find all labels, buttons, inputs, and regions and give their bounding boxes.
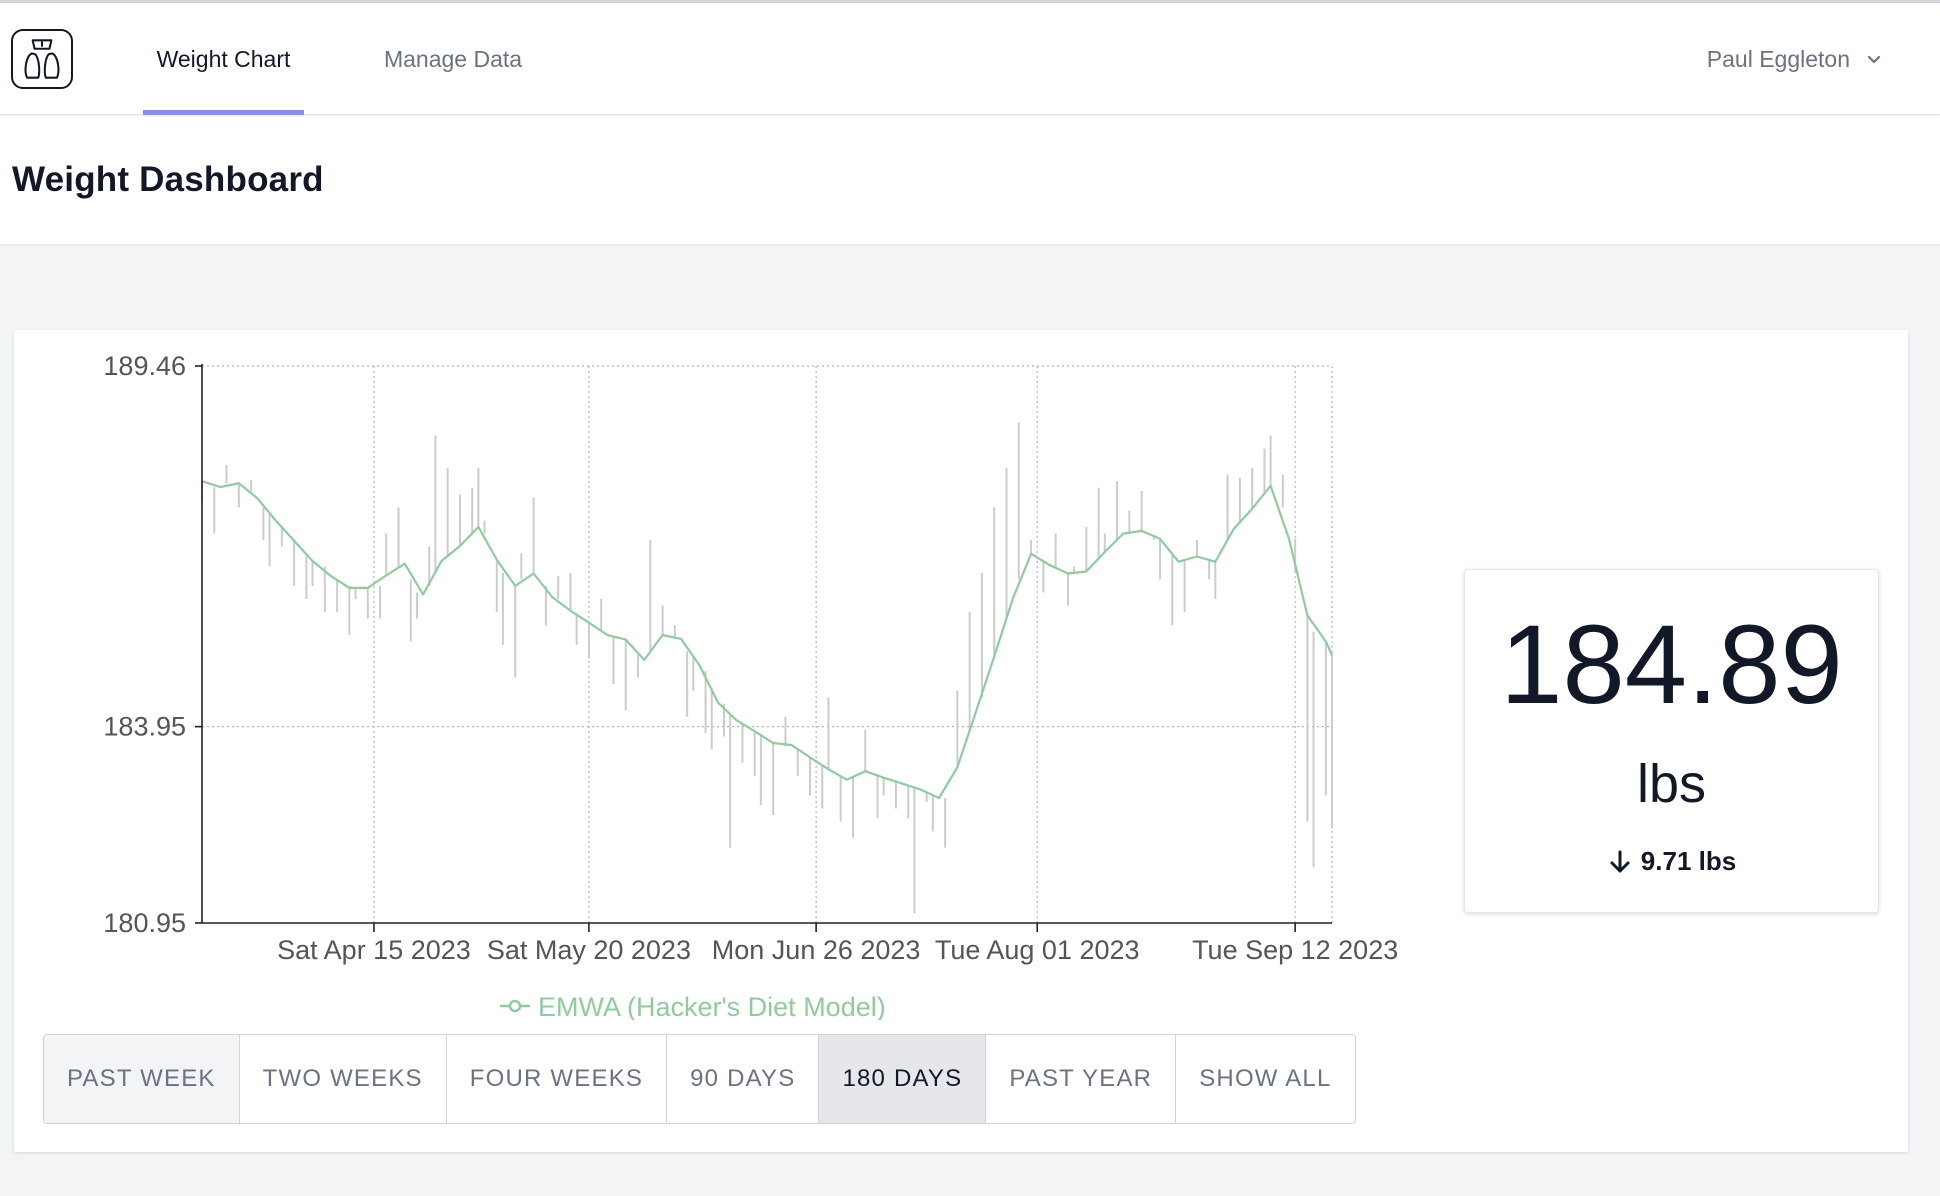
- tab-weight-chart[interactable]: Weight Chart: [143, 3, 304, 115]
- chart-card: 189.46 183.95 180.95 Sat Apr 15 2023 Sat May…: [14, 330, 1908, 1152]
- range-button-four-weeks[interactable]: FOUR WEEKS: [446, 1035, 668, 1123]
- legend-marker: [508, 999, 522, 1013]
- y-tick-label: 189.46: [103, 351, 186, 381]
- range-button-past-year[interactable]: PAST YEAR: [986, 1035, 1177, 1123]
- y-tick-label: 183.95: [103, 712, 186, 742]
- page-title: Weight Dashboard: [12, 160, 324, 199]
- current-weight-card: 184.89 lbs 9.71 lbs: [1464, 569, 1879, 913]
- tab-manage-data[interactable]: Manage Data: [370, 3, 536, 115]
- x-tick-label: Tue Sep 12 2023: [1192, 935, 1398, 965]
- range-button-180-days[interactable]: 180 DAYS: [819, 1035, 987, 1123]
- x-tick-label: Mon Jun 26 2023: [712, 935, 921, 965]
- range-button-group: PAST WEEK TWO WEEKS FOUR WEEKS 90 DAYS 180 D…: [43, 1034, 1356, 1124]
- arrow-down-icon: [1610, 850, 1630, 872]
- weight-change: 9.71 lbs: [1465, 846, 1878, 877]
- weight-chart: 189.46 183.95 180.95 Sat Apr 15 2023 Sat May…: [103, 351, 1398, 1020]
- current-weight-unit: lbs: [1636, 754, 1707, 814]
- user-name: Paul Eggleton: [1706, 45, 1850, 72]
- y-tick-label: 180.95: [103, 908, 186, 938]
- x-tick-label: Sat Apr 15 2023: [277, 935, 471, 965]
- range-button-show-all[interactable]: SHOW ALL: [1176, 1035, 1355, 1123]
- chevron-down-icon: [1867, 55, 1881, 64]
- range-button-two-weeks[interactable]: TWO WEEKS: [239, 1035, 447, 1123]
- x-tick-label: Sat May 20 2023: [487, 935, 691, 965]
- weight-change-value: 9.71 lbs: [1640, 846, 1737, 876]
- page-header: Weight Dashboard: [0, 116, 1940, 244]
- legend-label: EMWA (Hacker's Diet Model): [538, 992, 886, 1020]
- x-tick-label: Tue Aug 01 2023: [935, 935, 1140, 965]
- current-weight-value: 184.89: [1500, 602, 1843, 727]
- scale-icon[interactable]: [11, 29, 73, 89]
- user-menu[interactable]: Paul Eggleton: [1707, 3, 1884, 115]
- range-button-past-week[interactable]: PAST WEEK: [44, 1035, 240, 1123]
- trend-line: [201, 480, 1334, 800]
- range-button-90-days[interactable]: 90 DAYS: [667, 1035, 820, 1123]
- navbar: Weight Chart Manage Data Paul Eggleton: [0, 3, 1940, 115]
